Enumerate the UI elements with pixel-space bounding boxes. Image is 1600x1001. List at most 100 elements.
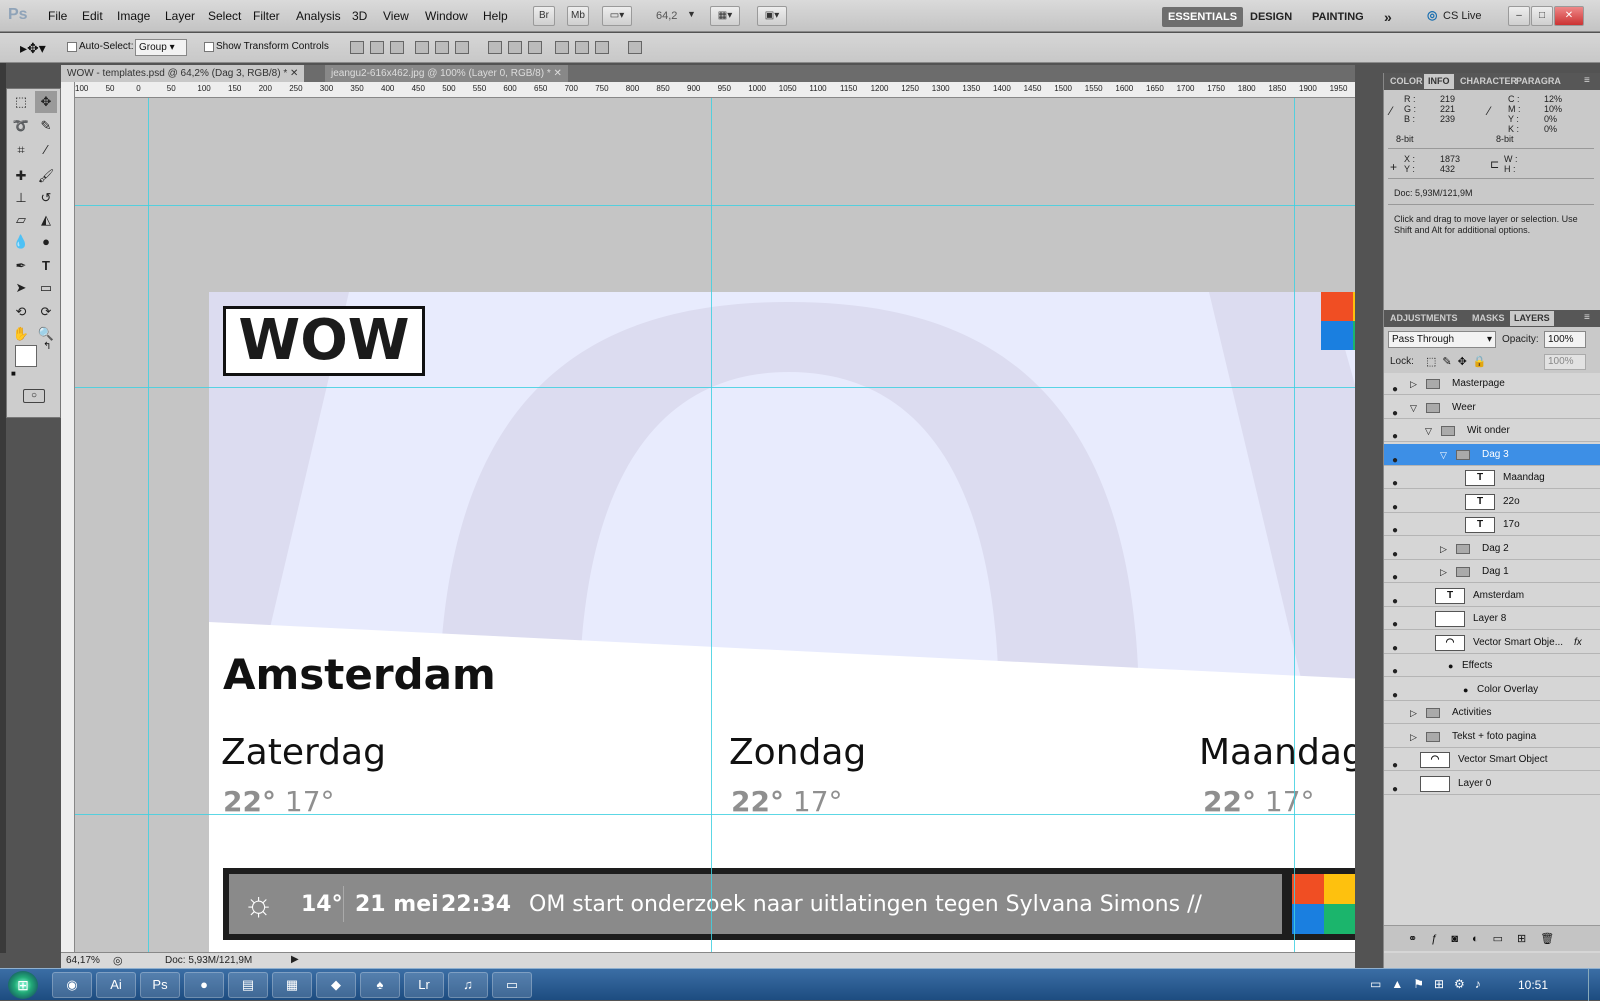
menu-help[interactable]: Help <box>483 9 508 23</box>
menu-edit[interactable]: Edit <box>82 9 103 23</box>
guide-horizontal[interactable] <box>75 387 1355 388</box>
quick-mask-icon[interactable]: ○ <box>23 389 45 403</box>
menu-window[interactable]: Window <box>425 9 468 23</box>
align-top-icon[interactable] <box>350 41 364 54</box>
minibridge-button[interactable]: Mb <box>567 6 589 26</box>
close-tab-icon[interactable]: ✕ <box>290 68 298 79</box>
layer-row[interactable]: ● ▷ Masterpage <box>1384 373 1600 395</box>
menu-view[interactable]: View <box>383 9 409 23</box>
healing-brush-tool-icon[interactable]: ✚ <box>10 165 32 187</box>
chrome-icon[interactable]: ◉ <box>52 972 92 998</box>
canvas-area[interactable]: WOW Amsterdam Zaterdag 22° 17° Zondag 22… <box>75 98 1355 952</box>
paint-bucket-tool-icon[interactable]: ◭ <box>35 209 57 231</box>
photoshop-icon[interactable]: Ps <box>140 972 180 998</box>
layer-row[interactable]: ● ▷ Dag 2 <box>1384 538 1600 560</box>
layer-row[interactable]: ● Layer 0 <box>1384 773 1600 795</box>
foreground-color-swatch[interactable] <box>15 345 37 367</box>
status-menu-arrow-icon[interactable]: ▶ <box>291 954 299 965</box>
panel-menu-icon[interactable]: ≡ <box>1584 312 1590 323</box>
guide-vertical[interactable] <box>1294 98 1295 952</box>
screen-mode-button[interactable]: ▭▾ <box>602 6 632 26</box>
window-icon[interactable]: ▭ <box>492 972 532 998</box>
minimize-button[interactable]: – <box>1508 6 1530 26</box>
history-brush-tool-icon[interactable]: ↺ <box>35 187 57 209</box>
distribute-hcenter-icon[interactable] <box>575 41 589 54</box>
pen-tool-icon[interactable]: ✒ <box>10 255 32 277</box>
menu-select[interactable]: Select <box>208 9 241 23</box>
expand-right-icon[interactable]: ▷ <box>1410 373 1417 395</box>
firefox-icon[interactable]: ● <box>184 972 224 998</box>
auto-select-dropdown[interactable]: Group ▾ <box>135 39 187 56</box>
close-tab-icon[interactable]: ✕ <box>554 68 562 79</box>
expand-right-icon[interactable]: ▷ <box>1440 561 1447 583</box>
menu-layer[interactable]: Layer <box>165 9 195 23</box>
layer-row[interactable]: ● ◠ Vector Smart Obje... fx <box>1384 632 1600 654</box>
arrange-documents-button[interactable]: ▦▾ <box>710 6 740 26</box>
lasso-tool-icon[interactable]: ➰ <box>10 115 32 137</box>
expand-down-icon[interactable]: ▽ <box>1410 397 1417 419</box>
cslive-button[interactable]: CS Live <box>1443 10 1482 22</box>
eraser-tool-icon[interactable]: ▱ <box>10 209 32 231</box>
doc-tab-active[interactable]: WOW - templates.psd @ 64,2% (Dag 3, RGB/… <box>61 65 305 82</box>
tab-color[interactable]: COLOR <box>1386 74 1427 89</box>
menu-file[interactable]: File <box>48 9 67 23</box>
expand-down-icon[interactable]: ▽ <box>1440 444 1447 466</box>
fx-icon[interactable]: fx <box>1574 632 1582 654</box>
blur-tool-icon[interactable]: 💧 <box>10 231 32 253</box>
menu-3d[interactable]: 3D <box>352 9 367 23</box>
expand-right-icon[interactable]: ▷ <box>1410 726 1417 748</box>
document-canvas[interactable]: WOW Amsterdam Zaterdag 22° 17° Zondag 22… <box>209 292 1355 952</box>
layer-row[interactable]: ● T Amsterdam <box>1384 585 1600 607</box>
default-colors-icon[interactable]: ■ <box>11 369 16 378</box>
effect-eye-icon[interactable]: ● <box>1448 655 1453 677</box>
show-transform-checkbox[interactable] <box>204 42 214 52</box>
layer-row[interactable]: ● Layer 8 <box>1384 608 1600 630</box>
crop-tool-icon[interactable]: ⌗ <box>10 139 32 161</box>
maximize-button[interactable]: □ <box>1531 6 1553 26</box>
layer-row[interactable]: ● ● Color Overlay <box>1384 679 1600 701</box>
tab-adjustments[interactable]: ADJUSTMENTS <box>1386 311 1462 326</box>
tab-layers[interactable]: LAYERS <box>1510 311 1554 326</box>
swap-colors-icon[interactable]: ↰ <box>43 341 51 352</box>
layer-row[interactable]: ▷ Activities <box>1384 702 1600 724</box>
app-icon[interactable]: ◆ <box>316 972 356 998</box>
tab-paragraph[interactable]: PARAGRA <box>1512 74 1565 89</box>
align-bottom-icon[interactable] <box>390 41 404 54</box>
guide-horizontal[interactable] <box>75 205 1355 206</box>
workspace-painting[interactable]: PAINTING <box>1306 7 1370 27</box>
bridge-button[interactable]: Br <box>533 6 555 26</box>
layer-row[interactable]: ● ▽ Dag 3 <box>1384 443 1600 466</box>
illustrator-icon[interactable]: Ai <box>96 972 136 998</box>
tray-icons[interactable]: ▭▲⚑⊞⚙♪ <box>1370 977 1491 991</box>
tab-masks[interactable]: MASKS <box>1468 311 1509 326</box>
expand-right-icon[interactable]: ▷ <box>1410 702 1417 724</box>
status-zoom[interactable]: 64,17% <box>66 955 100 966</box>
lightroom-icon[interactable]: Lr <box>404 972 444 998</box>
auto-select-checkbox[interactable] <box>67 42 77 52</box>
lock-icons[interactable]: ⬚✎✥🔒 <box>1426 355 1493 368</box>
distribute-vcenter-icon[interactable] <box>508 41 522 54</box>
layer-row[interactable]: ● ▽ Weer <box>1384 397 1600 419</box>
path-select-tool-icon[interactable]: ➤ <box>10 277 32 299</box>
start-button[interactable]: ⊞ <box>8 971 38 999</box>
effect-eye-icon[interactable]: ● <box>1463 679 1468 701</box>
guide-horizontal[interactable] <box>75 814 1355 815</box>
doc-tab[interactable]: jeangu2-616x462.jpg @ 100% (Layer 0, RGB… <box>325 65 568 82</box>
align-vcenter-icon[interactable] <box>370 41 384 54</box>
menu-image[interactable]: Image <box>117 9 150 23</box>
panel-menu-icon[interactable]: ≡ <box>1584 75 1590 86</box>
marquee-tool-icon[interactable]: ⬚ <box>10 91 32 113</box>
brush-tool-icon[interactable]: 🖌 <box>35 165 57 187</box>
move-tool-preset-icon[interactable]: ▸✥▾ <box>20 40 46 57</box>
status-info-icon[interactable]: ◎ <box>113 954 123 967</box>
expand-right-icon[interactable]: ▷ <box>1440 538 1447 560</box>
guide-vertical[interactable] <box>148 98 149 952</box>
distribute-top-icon[interactable] <box>488 41 502 54</box>
layer-row[interactable]: ● T Maandag <box>1384 467 1600 489</box>
layer-row[interactable]: ● ◠ Vector Smart Object <box>1384 749 1600 771</box>
fill-input[interactable]: 100% <box>1544 354 1586 370</box>
layer-row[interactable]: ● ● Effects <box>1384 655 1600 677</box>
explorer-icon[interactable]: ▤ <box>228 972 268 998</box>
cslive-icon[interactable]: ◎ <box>1427 8 1437 22</box>
layer-row[interactable]: ● ▽ Wit onder <box>1384 420 1600 442</box>
